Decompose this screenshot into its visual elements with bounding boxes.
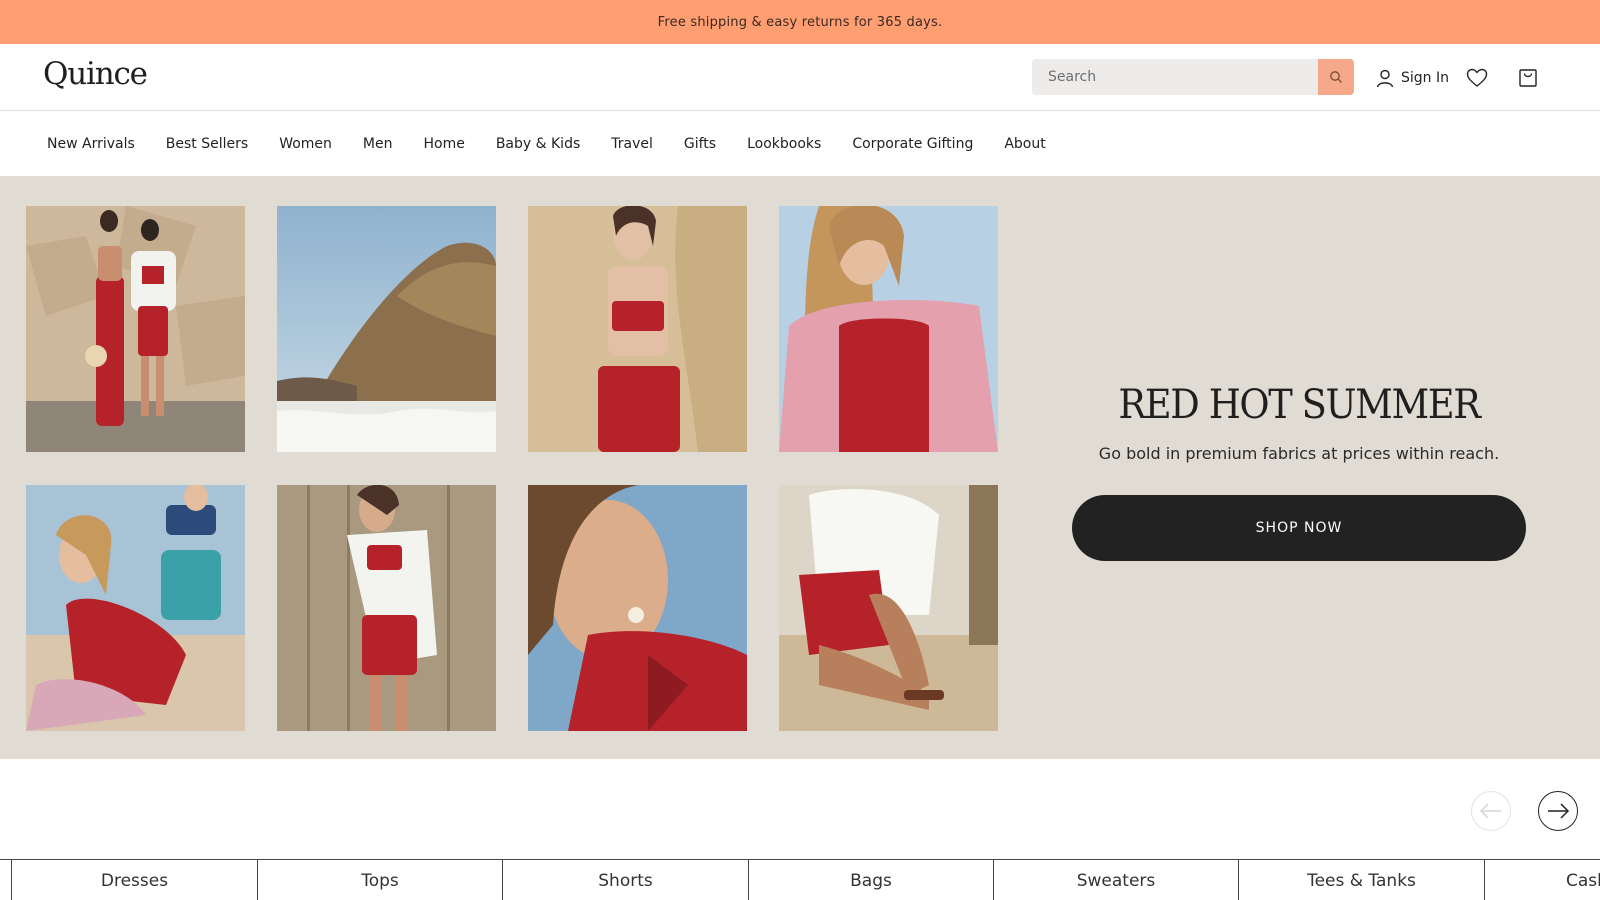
nav-item-best-sellers[interactable]: Best Sellers	[166, 136, 248, 152]
hero-photo-duo-wall[interactable]	[26, 206, 245, 452]
hero-title: RED HOT SUMMER	[1118, 382, 1480, 428]
hero-photo-kneeling-sand[interactable]	[779, 485, 998, 731]
search-input[interactable]	[1032, 59, 1318, 95]
hero-photo-wooden-wall[interactable]	[277, 485, 496, 731]
main-nav: New Arrivals Best Sellers Women Men Home…	[0, 111, 1600, 177]
search-button[interactable]	[1318, 59, 1354, 95]
hero-copy: RED HOT SUMMER Go bold in premium fabric…	[1072, 382, 1526, 463]
category-cashmere[interactable]: Cashmere	[1484, 860, 1600, 900]
category-tees-tanks[interactable]: Tees & Tanks	[1238, 860, 1484, 900]
hero-photo-beach-lounge[interactable]	[26, 485, 245, 731]
hero-subtitle: Go bold in premium fabrics at prices wit…	[1098, 444, 1500, 463]
wishlist-button[interactable]	[1464, 65, 1490, 91]
bag-icon	[1519, 69, 1537, 87]
category-shorts[interactable]: Shorts	[502, 860, 748, 900]
nav-item-home[interactable]: Home	[423, 136, 464, 152]
cart-button[interactable]	[1515, 65, 1541, 91]
sign-in-link[interactable]: Sign In	[1375, 66, 1449, 90]
shop-now-button[interactable]: SHOP NOW	[1072, 495, 1526, 561]
category-strip: Dresses Tops Shorts Bags Sweaters Tees &…	[0, 859, 1600, 900]
search-icon	[1330, 71, 1342, 83]
promo-banner: Free shipping & easy returns for 365 day…	[0, 0, 1600, 44]
nav-item-men[interactable]: Men	[363, 136, 393, 152]
hero-photo-red-set-wall[interactable]	[528, 206, 747, 452]
hero-banner: RED HOT SUMMER Go bold in premium fabric…	[0, 177, 1600, 759]
carousel-prev-button[interactable]	[1471, 791, 1511, 831]
nav-item-baby-kids[interactable]: Baby & Kids	[496, 136, 580, 152]
search-bar	[1032, 59, 1354, 95]
hero-photo-portrait-closeup[interactable]	[528, 485, 747, 731]
nav-item-women[interactable]: Women	[279, 136, 332, 152]
promo-text: Free shipping & easy returns for 365 day…	[657, 14, 943, 30]
category-tops[interactable]: Tops	[257, 860, 502, 900]
user-icon	[1376, 69, 1394, 88]
nav-item-about[interactable]: About	[1004, 136, 1045, 152]
category-dresses[interactable]: Dresses	[11, 860, 257, 900]
nav-item-new-arrivals[interactable]: New Arrivals	[47, 136, 135, 152]
heart-icon	[1466, 68, 1488, 87]
nav-item-lookbooks[interactable]: Lookbooks	[747, 136, 821, 152]
site-header: Quince Sign In	[0, 44, 1600, 111]
nav-item-travel[interactable]: Travel	[611, 136, 653, 152]
category-sweaters[interactable]: Sweaters	[993, 860, 1238, 900]
hero-photo-pink-shirt[interactable]	[779, 206, 998, 452]
arrow-left-icon	[1479, 803, 1501, 819]
logo[interactable]: Quince	[43, 56, 148, 92]
arrow-right-icon	[1548, 803, 1570, 819]
sign-in-label: Sign In	[1401, 70, 1449, 86]
category-bags[interactable]: Bags	[748, 860, 993, 900]
nav-item-gifts[interactable]: Gifts	[684, 136, 716, 152]
nav-item-corporate-gifting[interactable]: Corporate Gifting	[852, 136, 973, 152]
hero-photo-coastal-cliff[interactable]	[277, 206, 496, 452]
carousel-next-button[interactable]	[1538, 791, 1578, 831]
